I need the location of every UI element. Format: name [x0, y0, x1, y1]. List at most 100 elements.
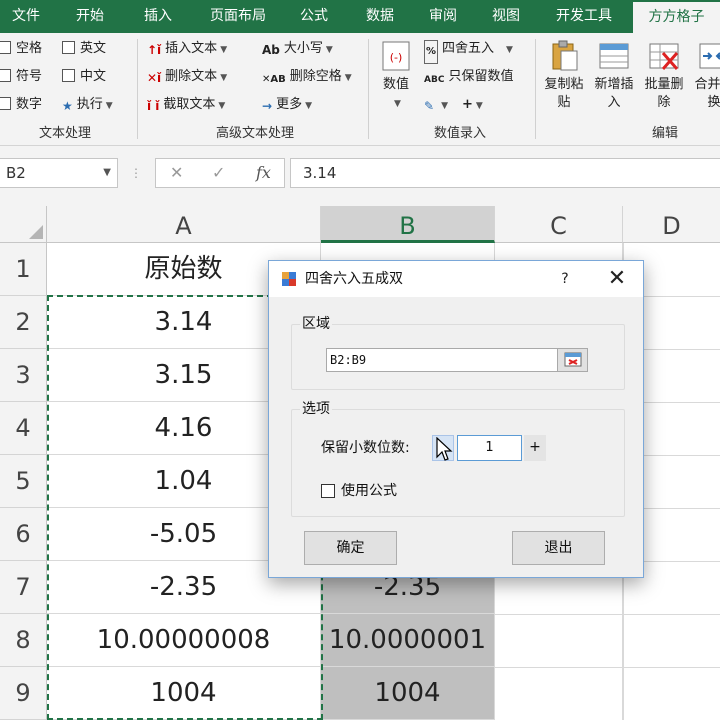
cell-a9[interactable]: 1004	[47, 667, 321, 720]
close-icon[interactable]: ✕	[603, 261, 631, 297]
delete-space-button[interactable]: ✕AB 删除空格 ▼	[262, 66, 352, 88]
checkbox-icon	[0, 69, 11, 82]
row-header-4[interactable]: 4	[0, 402, 47, 455]
numeric-label: 数值	[382, 77, 409, 92]
use-formula-label: 使用公式	[341, 483, 397, 499]
cell-b9[interactable]: 1004	[321, 667, 495, 720]
percent-icon: %	[424, 40, 439, 64]
extract-text-icon: ǐ ǐ	[147, 99, 160, 113]
insert-new-button[interactable]: 新增插入	[590, 39, 638, 112]
chevron-down-icon: ▼	[441, 101, 448, 111]
chevron-down-icon: ▼	[220, 45, 228, 55]
more-label: 更多	[276, 97, 303, 112]
range-select-icon	[564, 352, 582, 367]
arrow-right-icon: →	[262, 99, 273, 113]
row-header-3[interactable]: 3	[0, 349, 47, 402]
exit-button[interactable]: 退出	[512, 531, 605, 565]
extract-text-button[interactable]: ǐ ǐ 截取文本 ▼	[147, 94, 225, 116]
range-input[interactable]: B2:B9	[326, 348, 588, 372]
row-header-9[interactable]: 9	[0, 667, 47, 720]
checkbox-symbol[interactable]: 符号	[0, 66, 42, 88]
tab-view[interactable]: 视图	[484, 0, 528, 33]
function-icon[interactable]: fx	[256, 159, 271, 187]
checkbox-icon	[0, 97, 11, 110]
cancel-icon[interactable]: ✕	[170, 159, 183, 187]
use-formula-checkbox[interactable]	[321, 484, 335, 498]
column-header-b[interactable]: B	[321, 206, 495, 243]
tab-home[interactable]: 开始	[68, 0, 112, 33]
chevron-down-icon: ▼	[344, 73, 352, 83]
row-header-7[interactable]: 7	[0, 561, 47, 614]
ribbon-separator	[535, 39, 536, 139]
formula-bar: B2 ▼ ⋮ ✕ ✓ fx 3.14	[0, 146, 720, 206]
row-header-6[interactable]: 6	[0, 508, 47, 561]
ok-button[interactable]: 确定	[304, 531, 397, 565]
select-all-corner[interactable]	[0, 206, 47, 243]
checkbox-english[interactable]: 英文	[62, 38, 106, 60]
numeric-icon: (-)	[382, 41, 410, 71]
chevron-down-icon: ▼	[325, 45, 333, 55]
column-header-d[interactable]: D	[623, 206, 720, 243]
name-box[interactable]: B2 ▼	[0, 158, 118, 188]
case-button[interactable]: Ab 大小写 ▼	[262, 38, 333, 60]
dialog-title-bar[interactable]: 四舍六入五成双 ? ✕	[269, 261, 643, 297]
insert-rows-icon	[599, 43, 629, 69]
spin-increase-button[interactable]: +	[524, 435, 546, 461]
numeric-button[interactable]: (-) 数值 ▼	[376, 39, 416, 113]
numeric-edit-tools[interactable]: ✎ ▼ + ▼	[424, 94, 483, 116]
chevron-down-icon: ▼	[394, 99, 401, 109]
chevron-down-icon: ▼	[506, 45, 513, 55]
dialog-title: 四舍六入五成双	[305, 271, 403, 287]
chevron-down-icon: ▼	[220, 73, 228, 83]
column-header-c[interactable]: C	[495, 206, 623, 243]
tab-page-layout[interactable]: 页面布局	[202, 0, 274, 33]
decimal-places-input[interactable]: 1	[457, 435, 522, 461]
round-button[interactable]: % 四舍五入 ▼	[424, 38, 513, 64]
execute-button[interactable]: ★ 执行 ▼	[62, 94, 113, 116]
copy-paste-button[interactable]: 复制粘贴	[540, 39, 588, 112]
column-header-a[interactable]: A	[47, 206, 321, 243]
range-picker-button[interactable]	[557, 349, 587, 371]
more-options-icon[interactable]: ⋮	[130, 166, 142, 180]
chevron-down-icon: ▼	[475, 101, 483, 111]
formula-controls: ✕ ✓ fx	[155, 158, 285, 188]
decimal-places-label: 保留小数位数:	[321, 440, 410, 456]
insert-text-button[interactable]: ↑ǐ 插入文本 ▼	[147, 38, 227, 60]
batch-delete-label: 批量删除	[644, 77, 684, 110]
region-legend: 区域	[300, 313, 332, 333]
delete-space-label: 删除空格	[289, 69, 342, 84]
case-label: 大小写	[283, 41, 323, 56]
group-label-edit: 编辑	[651, 126, 678, 141]
extract-text-label: 截取文本	[163, 97, 216, 112]
round-label: 四舍五入	[442, 41, 495, 56]
merge-convert-button[interactable]: 合并转换	[690, 39, 720, 112]
insert-new-label: 新增插入	[594, 77, 634, 110]
checkbox-chinese[interactable]: 中文	[62, 66, 106, 88]
name-box-value: B2	[6, 164, 26, 182]
tab-insert[interactable]: 插入	[136, 0, 180, 33]
tab-data[interactable]: 数据	[358, 0, 402, 33]
tab-review[interactable]: 审阅	[421, 0, 465, 33]
row-header-8[interactable]: 8	[0, 614, 47, 667]
tab-fangfang[interactable]: 方方格子	[633, 2, 720, 33]
row-header-1[interactable]: 1	[0, 243, 47, 296]
select-all-icon	[29, 225, 43, 239]
checkbox-number[interactable]: 数字	[0, 94, 42, 116]
tab-developer[interactable]: 开发工具	[548, 0, 620, 33]
delete-text-button[interactable]: ✕ǐ 删除文本 ▼	[147, 66, 227, 88]
svg-text:(-): (-)	[390, 51, 403, 64]
keep-values-button[interactable]: ABC 只保留数值	[424, 66, 513, 88]
cell-b8[interactable]: 10.0000001	[321, 614, 495, 667]
help-icon[interactable]: ?	[553, 261, 577, 297]
row-header-2[interactable]: 2	[0, 296, 47, 349]
confirm-icon[interactable]: ✓	[212, 159, 225, 187]
more-button[interactable]: → 更多 ▼	[262, 94, 312, 116]
cell-a8[interactable]: 10.00000008	[47, 614, 321, 667]
batch-delete-button[interactable]: 批量删除	[640, 39, 688, 112]
checkbox-space[interactable]: 空格	[0, 38, 42, 60]
row-header-5[interactable]: 5	[0, 455, 47, 508]
formula-input[interactable]: 3.14	[290, 158, 720, 188]
chevron-down-icon[interactable]: ▼	[103, 159, 111, 187]
tab-file[interactable]: 文件	[4, 0, 48, 33]
tab-formulas[interactable]: 公式	[292, 0, 336, 33]
